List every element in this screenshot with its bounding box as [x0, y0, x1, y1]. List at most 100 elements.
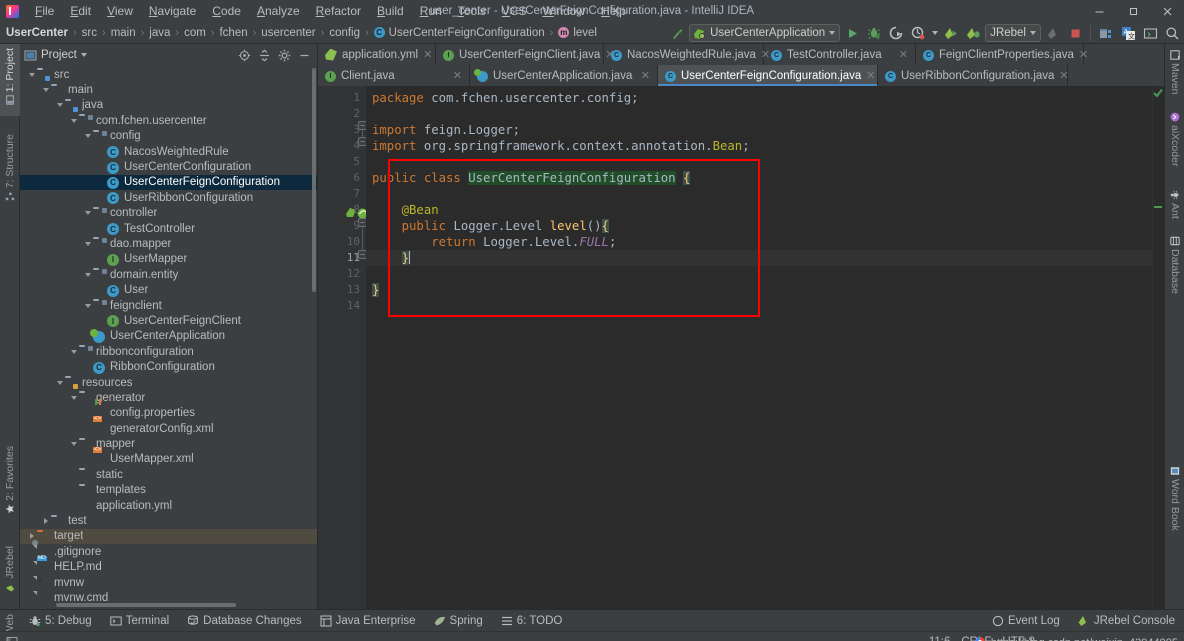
tree-node[interactable]: config.properties	[20, 406, 317, 421]
tool-window-button-database[interactable]: Database	[1165, 232, 1184, 304]
tree-node[interactable]: templates	[20, 483, 317, 498]
chevron-down-icon[interactable]	[68, 395, 79, 400]
minimize-button[interactable]	[1082, 0, 1116, 22]
tree-node[interactable]: mapper	[20, 436, 317, 451]
tab-close-icon[interactable]: ✕	[899, 48, 908, 61]
chevron-down-icon[interactable]	[82, 211, 93, 216]
run-icon[interactable]	[842, 23, 862, 43]
tool-window-button-jrebel[interactable]: JRebel	[0, 542, 20, 604]
code-editor[interactable]: package com.fchen.usercenter.config; impo…	[366, 86, 1152, 609]
code-line[interactable]: public class UserCenterFeignConfiguratio…	[366, 170, 1152, 186]
chevron-down-icon[interactable]	[26, 72, 37, 77]
breadcrumb-item-config[interactable]: config	[329, 27, 360, 39]
run-with-coverage-icon[interactable]	[886, 23, 906, 43]
breadcrumb-item-usercenter[interactable]: usercenter	[261, 27, 315, 39]
marker-stripe[interactable]	[1154, 206, 1162, 208]
code-line[interactable]: }	[366, 282, 1152, 298]
chevron-down-icon[interactable]	[82, 241, 93, 246]
tree-node[interactable]: feignclient	[20, 298, 317, 313]
tab-close-icon[interactable]: ✕	[1079, 48, 1088, 61]
chevron-down-icon[interactable]	[40, 88, 51, 93]
code-line[interactable]	[366, 186, 1152, 202]
tab-close-icon[interactable]: ✕	[866, 69, 875, 82]
translate-icon[interactable]: A文	[1118, 23, 1138, 43]
chevron-right-icon[interactable]	[40, 518, 51, 525]
code-line[interactable]: return Logger.Level.FULL;	[366, 234, 1152, 250]
tree-node[interactable]: dao.mapper	[20, 236, 317, 251]
menu-item-refactor[interactable]: Refactor	[308, 1, 369, 21]
search-everywhere-icon[interactable]	[1162, 23, 1182, 43]
chevron-down-icon[interactable]	[82, 272, 93, 277]
menu-item-file[interactable]: File	[27, 1, 62, 21]
menu-item-view[interactable]: View	[99, 1, 141, 21]
jrebel-stop-icon[interactable]	[1043, 23, 1063, 43]
editor-tab-usercenterfeignconfiguration[interactable]: C UserCenterFeignConfiguration.java ✕	[658, 65, 878, 86]
chevron-down-icon[interactable]	[68, 442, 79, 447]
code-line[interactable]	[366, 154, 1152, 170]
tool-window-button-word-book[interactable]: Word Book	[1165, 462, 1184, 544]
menu-item-tools[interactable]: Tools	[450, 1, 494, 21]
tree-node[interactable]: C NacosWeightedRule	[20, 144, 317, 159]
code-line[interactable]: import feign.Logger;	[366, 122, 1152, 138]
editor-tab-nacosweightedrule[interactable]: C NacosWeightedRule.java ✕	[604, 44, 770, 65]
chevron-down-icon[interactable]	[68, 118, 79, 123]
editor-tab-client[interactable]: I Client.java ✕	[318, 65, 470, 86]
tab-close-icon[interactable]: ✕	[423, 48, 432, 61]
editor-tab-usercenterapplication[interactable]: UserCenterApplication.java ✕	[470, 65, 658, 86]
tree-node[interactable]: config	[20, 129, 317, 144]
tool-window-tab-database-changes[interactable]: Database Changes	[178, 615, 310, 627]
code-line[interactable]: }	[366, 250, 1152, 266]
tree-node[interactable]: I UserMapper	[20, 252, 317, 267]
editor-tab-usercenterfeignclient[interactable]: I UserCenterFeignClient.java ✕	[436, 44, 614, 65]
tree-node[interactable]: C UserCenterConfiguration	[20, 159, 317, 174]
tab-close-icon[interactable]: ✕	[1059, 69, 1068, 82]
chevron-down-icon[interactable]	[82, 303, 93, 308]
code-line[interactable]: public Logger.Level level(){	[366, 218, 1152, 234]
breadcrumb[interactable]: UserCenter › src › main › java › com › fchen › userc…	[6, 27, 597, 39]
caret-position[interactable]: 11:6	[929, 636, 951, 641]
tree-node[interactable]: application.yml	[20, 498, 317, 513]
editor-tabs-row-2[interactable]: I Client.java ✕ UserCenterApplication.java ✕…	[318, 65, 1164, 86]
tree-node[interactable]: com.fchen.usercenter	[20, 113, 317, 128]
tool-window-button-maven[interactable]: m Maven	[1165, 46, 1184, 104]
menu-item-vcs[interactable]: VCS	[494, 1, 535, 21]
chevron-down-icon[interactable]	[54, 380, 65, 385]
breadcrumb-item-src[interactable]: src	[82, 27, 97, 39]
code-line[interactable]: @Bean	[366, 202, 1152, 218]
breadcrumb-item-level[interactable]: m level	[558, 27, 597, 39]
tree-node[interactable]: UserCenterApplication	[20, 328, 317, 344]
tree-node[interactable]: controller	[20, 206, 317, 221]
chevron-down-icon[interactable]	[829, 31, 836, 35]
chevron-down-icon[interactable]	[54, 103, 65, 108]
build-hammer-icon[interactable]	[667, 23, 687, 43]
tab-close-icon[interactable]: ✕	[453, 69, 462, 82]
tree-node[interactable]: I UserCenterFeignClient	[20, 313, 317, 328]
tool-window-button-1-project[interactable]: 1: Project	[0, 44, 20, 116]
chevron-down-icon[interactable]	[1030, 31, 1036, 35]
tree-node[interactable]: static	[20, 467, 317, 482]
editor-tab-testcontroller[interactable]: C TestController.java ✕	[764, 44, 916, 65]
tree-node[interactable]: test	[20, 513, 317, 528]
chevron-right-icon[interactable]	[26, 533, 37, 540]
inspections-ok-icon[interactable]	[1153, 88, 1163, 98]
tool-window-tab-terminal[interactable]: Terminal	[101, 615, 178, 627]
menu-item-help[interactable]: Help	[593, 1, 634, 21]
tree-node[interactable]: resources	[20, 375, 317, 390]
profiler-dropdown-icon[interactable]	[930, 23, 939, 43]
tool-window-tab-event-log[interactable]: Event Log	[983, 615, 1069, 627]
code-line[interactable]	[366, 266, 1152, 282]
run-configuration-selector[interactable]: UserCenterApplication	[689, 24, 841, 42]
tree-node[interactable]: mvnw	[20, 575, 317, 590]
tree-node[interactable]: C TestController	[20, 221, 317, 236]
jrebel-selector[interactable]: JRebel	[985, 24, 1041, 42]
editor-gutter[interactable]: − − − − 1 2 3 4 5 6 7 8 9 10 11 12 13 14	[318, 86, 368, 609]
breadcrumb-item-main[interactable]: main	[111, 27, 136, 39]
menu-item-window[interactable]: Window	[534, 1, 593, 21]
project-structure-icon[interactable]	[1096, 23, 1116, 43]
tree-node[interactable]: C UserCenterFeignConfiguration	[20, 174, 317, 191]
tool-window-button-ant[interactable]: Ant	[1165, 186, 1184, 228]
menu-item-run[interactable]: Run	[412, 1, 450, 21]
tree-node[interactable]: generatorConfig.xml	[20, 421, 317, 436]
profiler-icon[interactable]	[908, 23, 928, 43]
tree-node[interactable]: target	[20, 528, 317, 545]
